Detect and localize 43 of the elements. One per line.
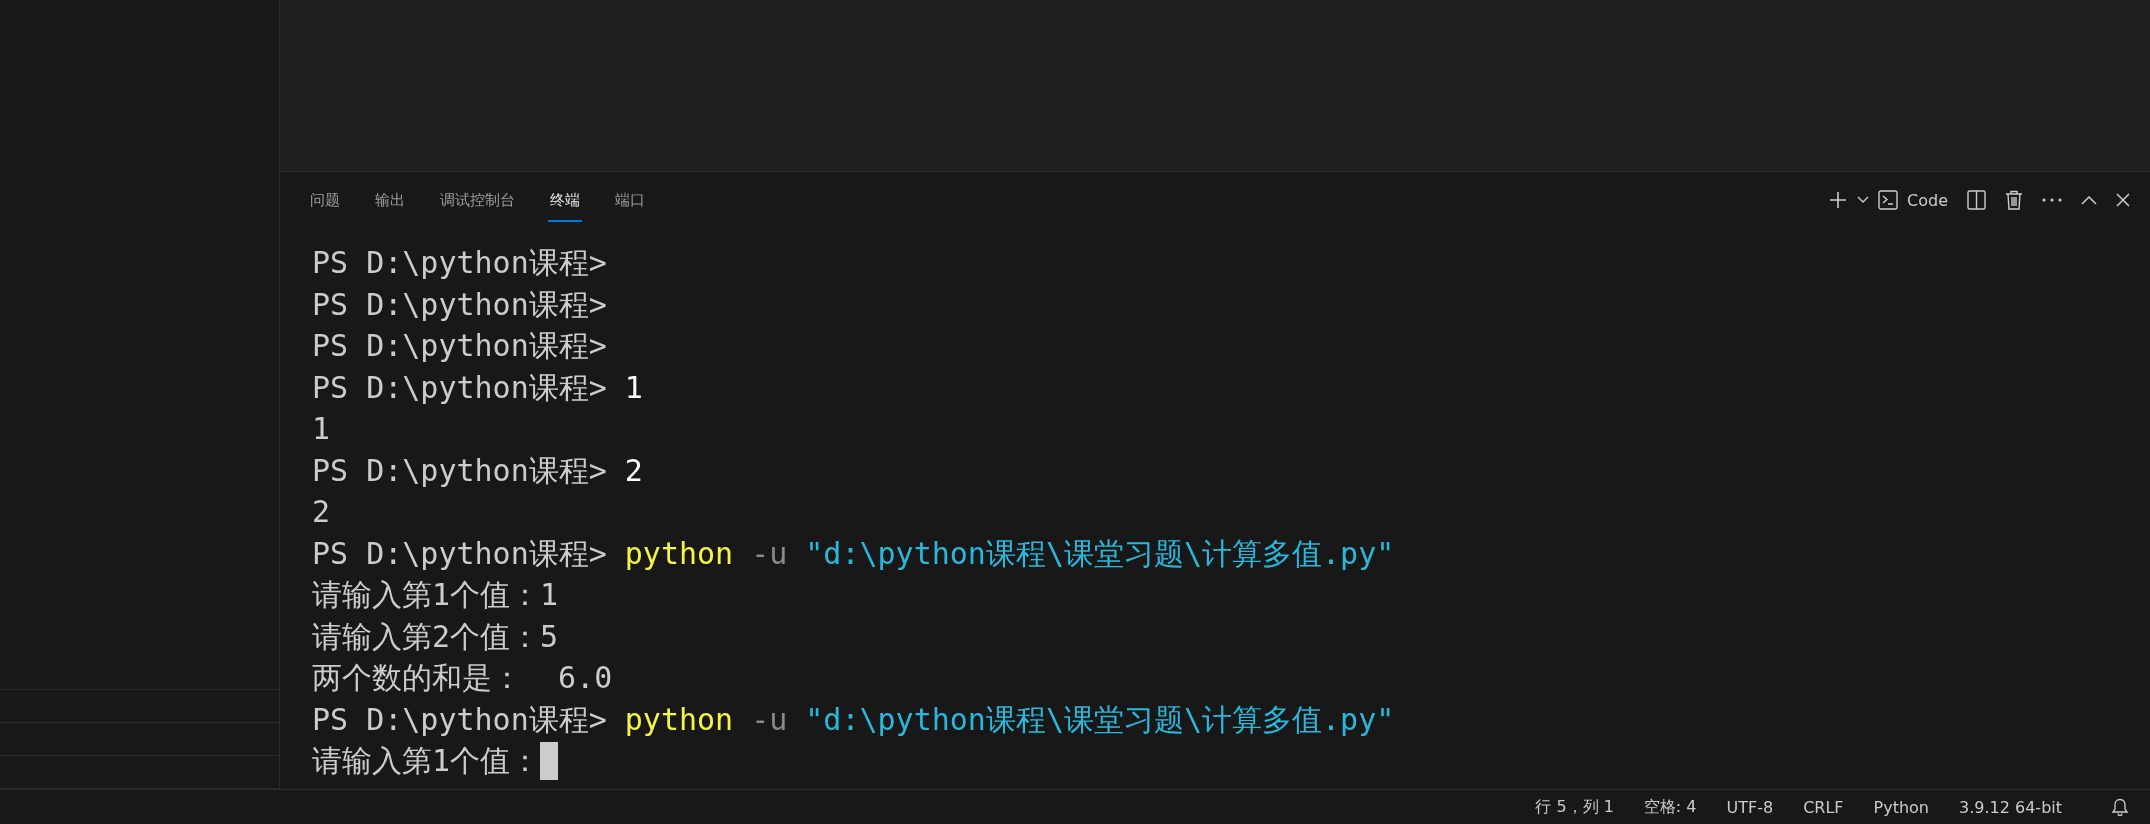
- prompt-text: PS D:\python课程>: [312, 368, 607, 407]
- terminal-icon[interactable]: [1878, 190, 1899, 210]
- text-cursor: [540, 741, 559, 780]
- status-item[interactable]: 空格: 4: [1643, 796, 1697, 818]
- panel-tab[interactable]: 调试控制台: [438, 178, 517, 222]
- output-text: 2: [312, 493, 331, 531]
- output-text: 1: [312, 410, 331, 448]
- panel-tab[interactable]: 终端: [548, 178, 582, 222]
- status-item[interactable]: 3.9.12 64-bit: [1959, 797, 2062, 817]
- output-text: 请输入第1个值：: [312, 742, 541, 780]
- bell-icon[interactable]: [2112, 798, 2128, 816]
- more-icon[interactable]: [2042, 198, 2062, 202]
- prompt-text: PS D:\python课程>: [312, 285, 607, 324]
- add-icon[interactable]: [1828, 190, 1849, 210]
- output-text: 请输入第2个值：5: [312, 617, 559, 656]
- status-item[interactable]: UTF-8: [1726, 797, 1774, 817]
- command-text: python: [624, 700, 734, 739]
- path-text: "d:\python课程\课堂习题\计算多值.py": [805, 700, 1395, 739]
- typed-text: 1: [624, 368, 643, 407]
- typed-text: 2: [624, 451, 643, 490]
- output-text: 两个数的和是： 6.0: [312, 659, 613, 697]
- prompt-text: PS D:\python课程>: [312, 451, 607, 490]
- option-text: -u: [751, 534, 788, 573]
- caret-icon[interactable]: [1857, 196, 1870, 204]
- status-item[interactable]: 行 5，列 1: [1535, 796, 1614, 818]
- prompt-text: PS D:\python课程>: [312, 244, 607, 282]
- chevron-up-icon[interactable]: [2081, 195, 2097, 205]
- prompt-text: PS D:\python课程>: [312, 327, 607, 365]
- terminal-name[interactable]: Code: [1907, 190, 1948, 210]
- panel-tab[interactable]: 输出: [373, 178, 407, 222]
- option-text: -u: [751, 700, 788, 739]
- panel-tab[interactable]: 问题: [308, 178, 342, 222]
- output-text: 请输入第1个值：1: [312, 576, 559, 614]
- status-item[interactable]: CRLF: [1803, 797, 1844, 817]
- close-icon[interactable]: [2116, 193, 2130, 207]
- prompt-text: PS D:\python课程>: [312, 700, 607, 739]
- panel-tab[interactable]: 端口: [613, 178, 647, 222]
- path-text: "d:\python课程\课堂习题\计算多值.py": [805, 534, 1395, 573]
- trash-icon[interactable]: [2005, 190, 2023, 210]
- command-text: python: [624, 534, 734, 573]
- status-item[interactable]: Python: [1873, 797, 1929, 817]
- split-icon[interactable]: [1967, 190, 1986, 210]
- prompt-text: PS D:\python课程>: [312, 534, 607, 573]
